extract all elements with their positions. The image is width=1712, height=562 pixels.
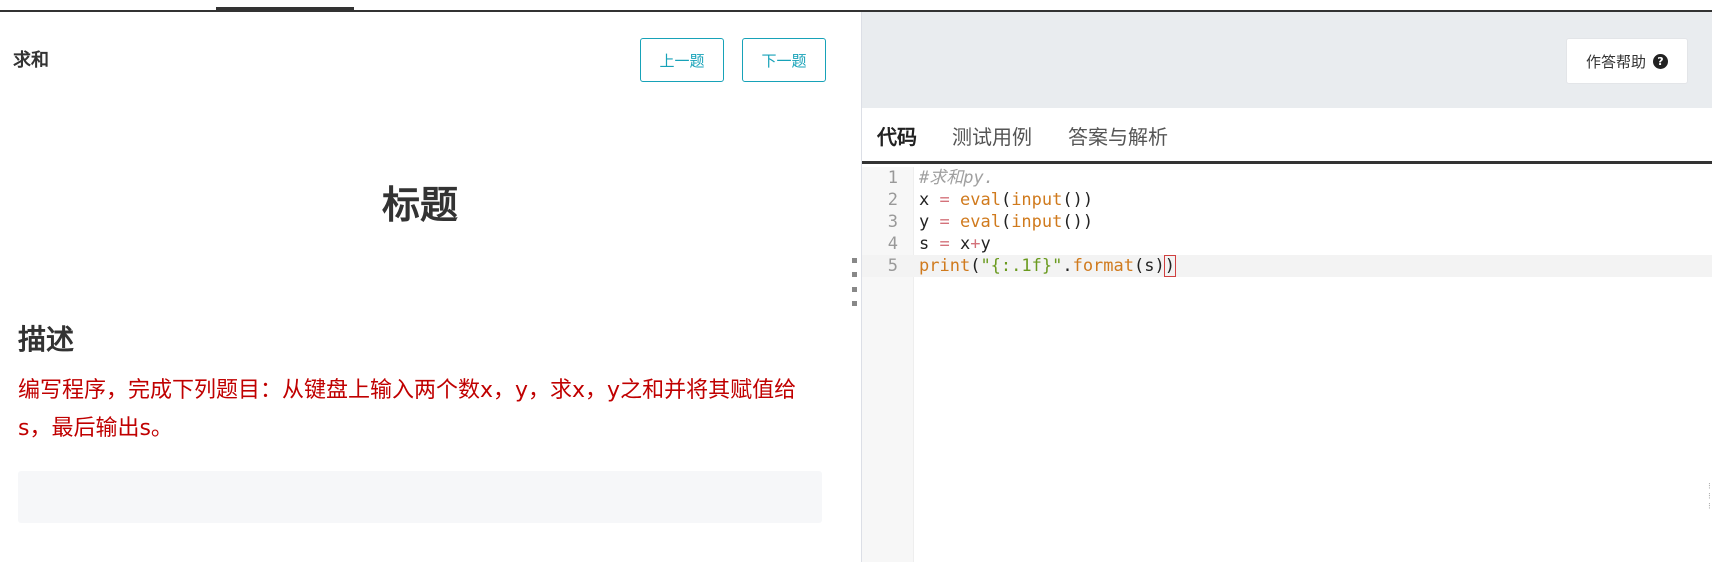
tab-test-cases[interactable]: 测试用例 — [952, 108, 1032, 162]
tab-code[interactable]: 代码 — [877, 108, 917, 162]
description-heading: 描述 — [18, 323, 75, 356]
top-active-tab-indicator — [216, 7, 354, 11]
tab-answer-analysis[interactable]: 答案与解析 — [1068, 108, 1168, 162]
next-question-button[interactable]: 下一题 — [742, 38, 826, 82]
drag-dot — [851, 300, 857, 306]
code-text: #求和py. — [919, 168, 994, 188]
line-number: 5 — [887, 256, 898, 276]
code-pane: 作答帮助 ? 代码 测试用例 答案与解析 1 #求和py. 2 x = eval… — [862, 12, 1712, 562]
prev-question-button[interactable]: 上一题 — [640, 38, 724, 82]
line-number: 1 — [887, 168, 898, 188]
line-number: 2 — [887, 190, 898, 210]
text-cursor — [1174, 257, 1176, 275]
code-text: s = x+y — [919, 234, 991, 254]
code-line-current[interactable]: 5 print("{:.1f}".format(s)) — [862, 255, 1712, 277]
code-line[interactable]: 1 #求和py. — [862, 167, 1712, 189]
problem-pane: 求和 上一题 下一题 标题 描述 编写程序，完成下列题目：从键盘上输入两个数x，… — [0, 12, 860, 562]
sample-block — [18, 471, 822, 523]
code-line[interactable]: 3 y = eval(input()) — [862, 211, 1712, 233]
splitter-drag-handle[interactable] — [850, 258, 858, 306]
line-number: 4 — [887, 234, 898, 254]
problem-name: 求和 — [13, 50, 49, 71]
code-line[interactable]: 4 s = x+y — [862, 233, 1712, 255]
tab-bar: 代码 测试用例 答案与解析 — [862, 108, 1712, 164]
page-title: 标题 — [381, 183, 458, 227]
question-circle-icon: ? — [1653, 53, 1668, 69]
drag-dot — [851, 286, 857, 292]
code-line[interactable]: 2 x = eval(input()) — [862, 189, 1712, 211]
code-pane-header: 作答帮助 ? — [862, 12, 1712, 108]
help-button-label: 作答帮助 — [1585, 52, 1646, 71]
drag-dot — [851, 258, 857, 263]
code-text: x = eval(input()) — [919, 190, 1094, 210]
answer-help-button[interactable]: 作答帮助 ? — [1566, 38, 1688, 84]
drag-dot — [851, 272, 857, 278]
line-number: 3 — [887, 212, 898, 232]
code-text: print("{:.1f}".format(s)) — [919, 255, 1176, 277]
code-editor[interactable]: 1 #求和py. 2 x = eval(input()) 3 y = eval(… — [862, 167, 1712, 562]
description-text: 编写程序，完成下列题目：从键盘上输入两个数x，y，求x，y之和并将其赋值给s，最… — [18, 378, 797, 441]
code-text: y = eval(input()) — [919, 212, 1094, 232]
scroll-edge-marks: ⁝ ⁝ ⁝ — [1708, 482, 1711, 512]
